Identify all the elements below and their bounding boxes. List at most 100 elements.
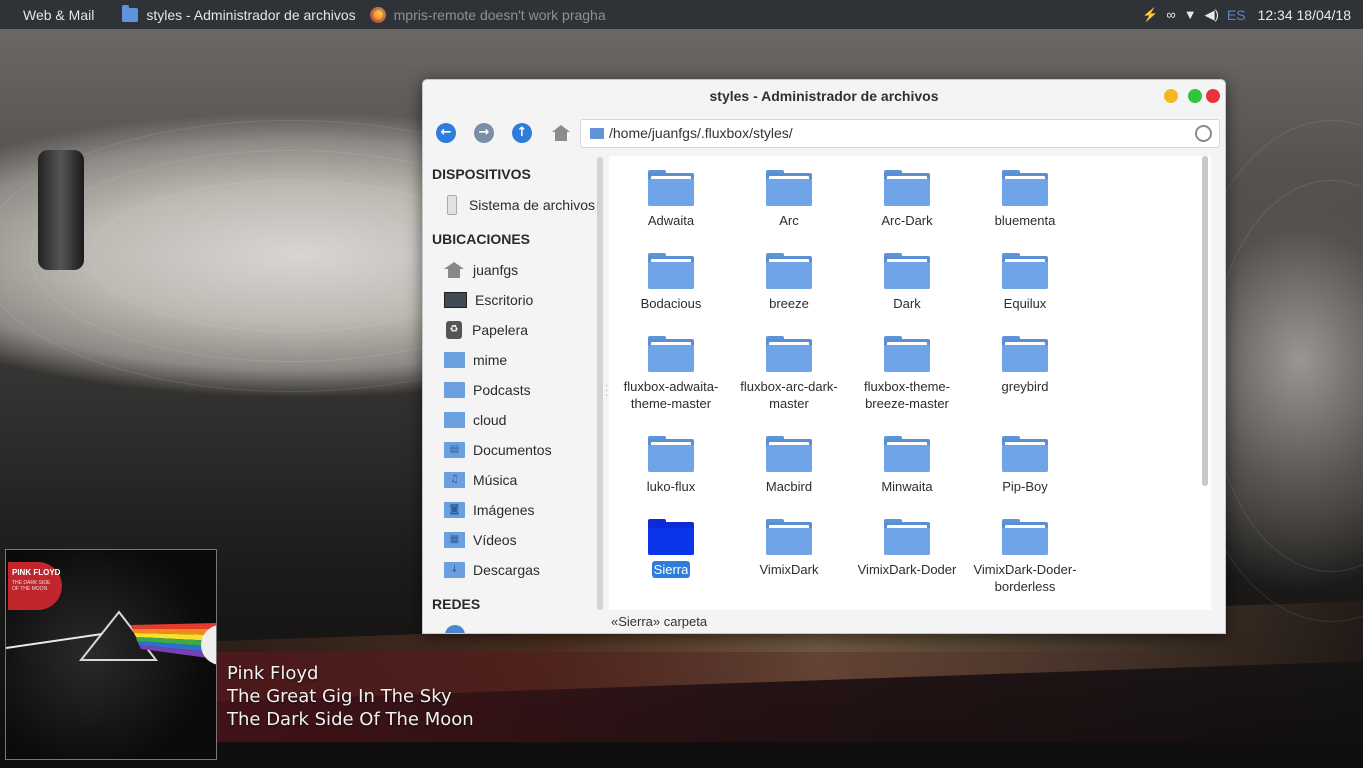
network-icon[interactable] — [445, 625, 465, 633]
folder-icon — [766, 253, 812, 289]
sidebar-item-podcasts[interactable]: Podcasts — [423, 377, 595, 403]
folder-item[interactable]: fluxbox-adwaita-theme-master — [612, 322, 730, 412]
sidebar-item-label: Documentos — [473, 442, 552, 458]
folder-icon — [590, 128, 604, 139]
documents-folder-icon: ▤ — [444, 442, 465, 458]
folder-item[interactable]: bluementa — [966, 156, 1084, 229]
sidebar-header-networks: REDES — [432, 596, 481, 612]
now-playing-album: The Dark Side Of The Moon — [227, 709, 474, 730]
now-playing-artist: Pink Floyd — [227, 663, 319, 684]
task-file-manager[interactable]: styles - Administrador de archivos — [104, 0, 365, 29]
network-link-icon[interactable]: ∞ — [1166, 7, 1175, 22]
trash-icon: ♻ — [446, 321, 462, 339]
folder-label-line: VimixDark-Doder- — [973, 562, 1077, 577]
close-button[interactable] — [1206, 89, 1220, 103]
sidebar-item-cloud[interactable]: cloud — [423, 407, 595, 433]
back-button[interactable]: ← — [436, 123, 456, 143]
folder-item[interactable]: Sierra — [612, 505, 730, 578]
maximize-button[interactable] — [1188, 89, 1202, 103]
vertical-scrollbar[interactable] — [1202, 156, 1208, 486]
sidebar-item-downloads[interactable]: ↓ Descargas — [423, 557, 595, 583]
folder-icon — [1002, 436, 1048, 472]
task-web-mail[interactable]: Web & Mail — [0, 0, 104, 29]
folder-item[interactable]: Adwaita — [612, 156, 730, 229]
folder-label-line: Arc-Dark — [881, 213, 933, 228]
system-tray: ⚡ ∞ ▼ ◀) ES 12:34 18/04/18 — [1138, 0, 1363, 29]
folder-label: breeze — [767, 295, 811, 312]
sidebar-item-pictures[interactable]: ◙ Imágenes — [423, 497, 595, 523]
folder-icon — [1002, 519, 1048, 555]
folder-item[interactable]: breeze — [730, 239, 848, 312]
folder-item[interactable]: Macbird — [730, 422, 848, 495]
location-path[interactable]: /home/juanfgs/.fluxbox/styles/ — [609, 120, 793, 147]
sidebar-header-places: UBICACIONES — [432, 231, 531, 247]
sidebar-item-filesystem[interactable]: Sistema de archivos — [423, 192, 595, 218]
folder-item[interactable]: Arc-Dark — [848, 156, 966, 229]
folder-icon-view: Adwaita Arc Arc-Dark bluementa Bodacious bree… — [609, 156, 1211, 610]
keyboard-layout[interactable]: ES — [1227, 7, 1246, 23]
wifi-icon[interactable]: ▼ — [1184, 7, 1197, 22]
sidebar-item-label: Música — [473, 472, 518, 488]
clock[interactable]: 12:34 18/04/18 — [1258, 7, 1351, 23]
reload-icon[interactable] — [1195, 125, 1212, 142]
folder-label: VimixDark-Doder — [856, 561, 959, 578]
sidebar-item-label: cloud — [473, 412, 507, 428]
folder-label-line: master — [769, 396, 809, 411]
folder-label-line: greybird — [1001, 379, 1049, 394]
folder-label: VimixDark — [758, 561, 821, 578]
sidebar-item-label: mime — [473, 352, 508, 368]
folder-label-line: borderless — [994, 579, 1056, 594]
window-titlebar[interactable]: styles - Administrador de archivos — [423, 80, 1225, 112]
folder-item[interactable]: VimixDark-Doder-borderless — [966, 505, 1084, 595]
folder-item[interactable]: Minwaita — [848, 422, 966, 495]
sidebar-item-desktop[interactable]: Escritorio — [423, 287, 595, 313]
folder-item[interactable]: Pip-Boy — [966, 422, 1084, 495]
folder-item[interactable]: Dark — [848, 239, 966, 312]
folder-icon — [884, 170, 930, 206]
window-title: styles - Administrador de archivos — [709, 88, 939, 104]
folder-item[interactable]: fluxbox-arc-dark-master — [730, 322, 848, 412]
folder-item[interactable]: greybird — [966, 322, 1084, 395]
places-sidebar: DISPOSITIVOS Sistema de archivos UBICACI… — [423, 156, 595, 633]
folder-icon — [122, 4, 139, 22]
sidebar-item-trash[interactable]: ♻ Papelera — [423, 317, 595, 343]
sidebar-item-mime[interactable]: mime — [423, 347, 595, 373]
sidebar-item-videos[interactable]: ▦ Vídeos — [423, 527, 595, 553]
folder-item[interactable]: VimixDark — [730, 505, 848, 578]
sidebar-splitter[interactable] — [597, 157, 603, 610]
battery-icon[interactable]: ⚡ — [1142, 7, 1158, 23]
folder-label-line: fluxbox-adwaita- — [623, 379, 719, 394]
folder-label-line: VimixDark-Doder — [857, 562, 957, 577]
forward-button[interactable]: → — [474, 123, 494, 143]
sidebar-item-home[interactable]: juanfgs — [423, 257, 595, 283]
splitter-handle[interactable]: · · · — [605, 382, 608, 402]
folder-item[interactable]: fluxbox-theme-breeze-master — [848, 322, 966, 412]
folder-item[interactable]: VimixDark-Doder — [848, 505, 966, 578]
folder-item[interactable]: Arc — [730, 156, 848, 229]
volume-icon[interactable]: ◀) — [1205, 7, 1219, 23]
sidebar-item-music[interactable]: ♫ Música — [423, 467, 595, 493]
location-bar[interactable]: /home/juanfgs/.fluxbox/styles/ — [580, 119, 1220, 148]
folder-item[interactable]: Bodacious — [612, 239, 730, 312]
folder-item[interactable]: luko-flux — [612, 422, 730, 495]
folder-label-line: luko-flux — [646, 479, 696, 494]
folder-label-line: Pip-Boy — [1002, 479, 1048, 494]
folder-icon — [444, 352, 465, 368]
folder-label-line: Arc — [779, 213, 799, 228]
folder-label: Bodacious — [639, 295, 704, 312]
sidebar-item-label: Descargas — [473, 562, 540, 578]
sidebar-header-devices: DISPOSITIVOS — [432, 166, 531, 182]
folder-icon — [766, 336, 812, 372]
sidebar-item-label: Imágenes — [473, 502, 535, 518]
folder-icon — [444, 382, 465, 398]
sidebar-item-documents[interactable]: ▤ Documentos — [423, 437, 595, 463]
toolbar: ← → ↑ /home/juanfgs/.fluxbox/styles/ — [423, 114, 1225, 152]
minimize-button[interactable] — [1164, 89, 1178, 103]
home-button[interactable] — [552, 125, 570, 141]
folder-item[interactable]: Equilux — [966, 239, 1084, 312]
up-button[interactable]: ↑ — [512, 123, 532, 143]
folder-label: Macbird — [764, 478, 814, 495]
folder-icon — [884, 436, 930, 472]
sidebar-item-label: Podcasts — [473, 382, 531, 398]
task-firefox[interactable]: mpris-remote doesn't work pragha — [366, 0, 616, 29]
